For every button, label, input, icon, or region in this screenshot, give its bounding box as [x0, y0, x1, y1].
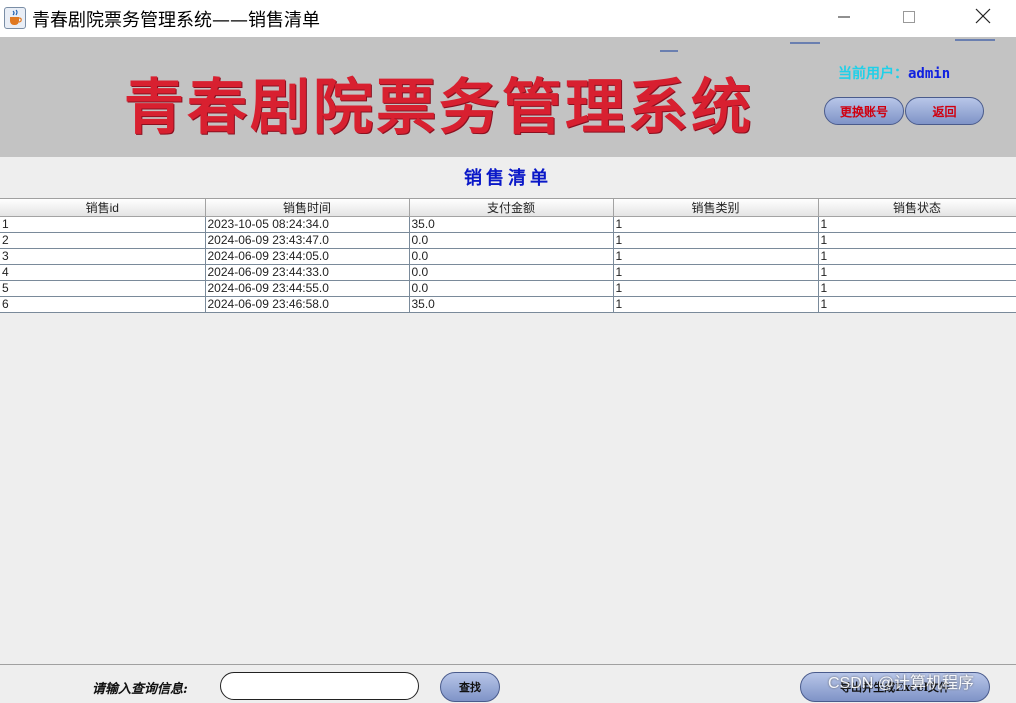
table-cell[interactable]: 2024-06-09 23:46:58.0	[205, 296, 410, 313]
table-cell[interactable]: 1	[818, 216, 1016, 233]
table-cell[interactable]: 35.0	[409, 216, 614, 233]
page-title: 销售清单	[464, 168, 552, 189]
column-header-category[interactable]: 销售类别	[613, 199, 819, 217]
search-label: 请输入查询信息:	[92, 682, 188, 697]
table-row[interactable]: 3 2024-06-09 23:44:05.0 0.0 1 1	[0, 248, 1016, 265]
sales-table: 销售id 销售时间 支付金额 销售类别 销售状态 1 2023-10-05 08…	[0, 199, 1016, 313]
table-row[interactable]: 4 2024-06-09 23:44:33.0 0.0 1 1	[0, 264, 1016, 281]
table-cell[interactable]: 1	[818, 248, 1016, 265]
table-cell[interactable]: 2024-06-09 23:43:47.0	[205, 232, 410, 249]
table-cell[interactable]: 35.0	[409, 296, 614, 313]
table-cell[interactable]: 5	[0, 280, 206, 297]
table-row[interactable]: 1 2023-10-05 08:24:34.0 35.0 1 1	[0, 216, 1016, 233]
table-cell[interactable]: 4	[0, 264, 206, 281]
sales-table-panel[interactable]: 销售id 销售时间 支付金额 销售类别 销售状态 1 2023-10-05 08…	[0, 198, 1016, 665]
column-header-amount[interactable]: 支付金额	[409, 199, 614, 217]
table-cell[interactable]: 0.0	[409, 280, 614, 297]
decorative-speck	[955, 39, 995, 41]
table-cell[interactable]: 6	[0, 296, 206, 313]
window-title: 青春剧院票务管理系统——销售清单	[32, 10, 320, 31]
table-row[interactable]: 2 2024-06-09 23:43:47.0 0.0 1 1	[0, 232, 1016, 249]
table-cell[interactable]: 0.0	[409, 232, 614, 249]
table-cell[interactable]: 0.0	[409, 264, 614, 281]
table-cell[interactable]: 1	[613, 296, 819, 313]
table-cell[interactable]: 2024-06-09 23:44:55.0	[205, 280, 410, 297]
table-header-row: 销售id 销售时间 支付金额 销售类别 销售状态	[0, 199, 1016, 217]
table-cell[interactable]: 1	[818, 296, 1016, 313]
column-header-status[interactable]: 销售状态	[818, 199, 1016, 217]
decorative-speck	[660, 50, 678, 52]
table-cell[interactable]: 1	[818, 264, 1016, 281]
back-button[interactable]: 返回	[905, 97, 984, 125]
current-user: 当前用户：admin	[838, 63, 950, 83]
column-header-sale-id[interactable]: 销售id	[0, 199, 206, 217]
table-cell[interactable]: 2	[0, 232, 206, 249]
table-cell[interactable]: 1	[613, 216, 819, 233]
table-cell[interactable]: 1	[613, 280, 819, 297]
table-cell[interactable]: 2023-10-05 08:24:34.0	[205, 216, 410, 233]
switch-account-button[interactable]: 更换账号	[824, 97, 904, 125]
table-cell[interactable]: 0.0	[409, 248, 614, 265]
table-row[interactable]: 5 2024-06-09 23:44:55.0 0.0 1 1	[0, 280, 1016, 297]
close-icon[interactable]	[960, 0, 1006, 37]
table-cell[interactable]: 1	[818, 232, 1016, 249]
column-header-sale-time[interactable]: 销售时间	[205, 199, 410, 217]
header-banner: 青春剧院票务管理系统 当前用户：admin 更换账号 返回	[0, 37, 1016, 157]
maximize-icon[interactable]	[886, 0, 932, 37]
java-cup-icon	[4, 7, 26, 29]
decorative-speck	[790, 42, 820, 44]
search-input[interactable]	[220, 672, 419, 700]
table-row[interactable]: 6 2024-06-09 23:46:58.0 35.0 1 1	[0, 296, 1016, 313]
app-banner-title: 青春剧院票务管理系统	[124, 73, 754, 143]
table-cell[interactable]: 1	[613, 248, 819, 265]
minimize-icon[interactable]	[821, 0, 867, 37]
table-cell[interactable]: 2024-06-09 23:44:05.0	[205, 248, 410, 265]
table-cell[interactable]: 1	[0, 216, 206, 233]
window-titlebar: 青春剧院票务管理系统——销售清单	[0, 0, 1016, 37]
watermark: CSDN @计算机程序	[828, 675, 975, 692]
current-user-name: admin	[908, 66, 951, 82]
table-cell[interactable]: 1	[613, 264, 819, 281]
table-cell[interactable]: 3	[0, 248, 206, 265]
table-cell[interactable]: 1	[818, 280, 1016, 297]
table-cell[interactable]: 1	[613, 232, 819, 249]
table-cell[interactable]: 2024-06-09 23:44:33.0	[205, 264, 410, 281]
current-user-label: 当前用户：	[838, 66, 908, 82]
